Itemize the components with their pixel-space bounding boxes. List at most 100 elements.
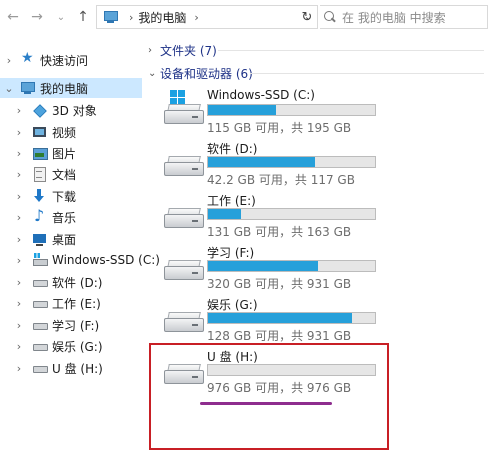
- drive-icon: [164, 364, 204, 386]
- breadcrumb-current[interactable]: 我的电脑: [138, 9, 186, 26]
- drive-space-info: 131 GB 可用，共 163 GB: [207, 225, 352, 239]
- sidebar-item-documents[interactable]: › 文档: [0, 164, 142, 184]
- group-divider: [218, 50, 484, 51]
- expand-chevron-icon[interactable]: ›: [14, 211, 24, 224]
- collapse-chevron-icon[interactable]: ⌄: [148, 68, 160, 79]
- sidebar-item-3d-objects[interactable]: › 3D 对象: [0, 100, 142, 120]
- drive-usage-bar: [207, 208, 376, 220]
- drive-tile-f[interactable]: 学习 (F:) 320 GB 可用，共 931 GB: [160, 244, 380, 294]
- computer-icon: [20, 81, 36, 95]
- sidebar-item-label: 软件 (D:): [52, 275, 103, 290]
- sidebar-item-drive-g[interactable]: › 娱乐 (G:): [0, 336, 142, 356]
- expand-chevron-icon[interactable]: ›: [14, 362, 24, 375]
- expand-chevron-icon[interactable]: ›: [14, 104, 24, 117]
- sidebar-item-music[interactable]: › 音乐: [0, 206, 142, 227]
- video-icon: [32, 125, 48, 139]
- drive-name: 工作 (E:): [207, 194, 256, 208]
- 3d-objects-icon: [32, 103, 48, 117]
- sidebar-item-label: 3D 对象: [52, 103, 97, 118]
- address-bar[interactable]: › 我的电脑 › ⌄: [96, 5, 318, 29]
- sidebar-item-label: U 盘 (H:): [52, 361, 103, 376]
- breadcrumb-separator-icon[interactable]: ›: [194, 11, 198, 24]
- drive-usage-bar: [207, 364, 376, 376]
- sidebar-item-label: 文档: [52, 167, 77, 182]
- sidebar-item-videos[interactable]: › 视频: [0, 122, 142, 142]
- drive-usage-bar: [207, 104, 376, 116]
- sidebar-item-drive-e[interactable]: › 工作 (E:): [0, 293, 142, 313]
- expand-chevron-icon[interactable]: ›: [14, 233, 24, 246]
- drive-name: U 盘 (H:): [207, 350, 258, 364]
- sidebar-item-drive-h[interactable]: › U 盘 (H:): [0, 358, 142, 378]
- expand-chevron-icon[interactable]: ›: [14, 297, 24, 310]
- breadcrumb-separator-icon[interactable]: ›: [129, 11, 133, 24]
- drive-name: 软件 (D:): [207, 142, 258, 156]
- sidebar-item-my-computer[interactable]: ⌄ 我的电脑: [0, 78, 142, 98]
- search-placeholder: 在 我的电脑 中搜索: [342, 10, 446, 25]
- desktop-icon: [32, 232, 48, 246]
- windows-drive-icon: [164, 90, 204, 126]
- sidebar-item-label: 音乐: [52, 210, 77, 225]
- drive-icon: [32, 339, 48, 353]
- expand-chevron-icon[interactable]: ›: [14, 190, 24, 203]
- pictures-icon: [32, 146, 48, 160]
- drive-usage-fill: [208, 209, 242, 219]
- drive-space-info: 976 GB 可用，共 976 GB: [207, 381, 352, 395]
- sidebar-item-label: 工作 (E:): [52, 296, 101, 311]
- drive-icon: [32, 275, 48, 289]
- devices-group-label: 设备和驱动器 (6): [160, 66, 253, 81]
- drive-name: Windows-SSD (C:): [207, 88, 315, 102]
- expand-chevron-icon[interactable]: ›: [14, 319, 24, 332]
- expand-chevron-icon[interactable]: ›: [14, 276, 24, 289]
- expand-chevron-icon[interactable]: ›: [14, 254, 24, 267]
- drive-icon: [164, 156, 204, 178]
- devices-group-header[interactable]: ⌄ 设备和驱动器 (6): [148, 65, 253, 81]
- expand-chevron-icon[interactable]: ›: [14, 168, 24, 181]
- sidebar-item-drive-c[interactable]: › Windows-SSD (C:): [0, 250, 160, 270]
- drive-usage-fill: [208, 157, 315, 167]
- music-icon: [32, 206, 48, 225]
- up-arrow-icon[interactable]: ↑: [74, 8, 92, 26]
- recent-chevron-icon[interactable]: ⌄: [52, 8, 70, 26]
- sidebar-item-desktop[interactable]: › 桌面: [0, 229, 142, 249]
- underline-mark: [200, 402, 332, 405]
- sidebar-item-label: 娱乐 (G:): [52, 339, 103, 354]
- drive-usage-fill: [208, 313, 352, 323]
- refresh-icon[interactable]: ↻: [297, 5, 317, 29]
- drive-icon: [164, 312, 204, 334]
- search-input[interactable]: 在 我的电脑 中搜索: [320, 5, 488, 29]
- collapse-chevron-icon[interactable]: ⌄: [4, 82, 14, 95]
- drive-icon: [164, 208, 204, 230]
- address-toolbar: ← → ⌄ ↑ › 我的电脑 › ⌄ ↻ 在 我的电脑 中搜索: [0, 0, 488, 34]
- sidebar-item-drive-d[interactable]: › 软件 (D:): [0, 272, 142, 292]
- sidebar-item-quick-access[interactable]: › 快速访问: [0, 50, 142, 70]
- drive-tile-d[interactable]: 软件 (D:) 42.2 GB 可用，共 117 GB: [160, 140, 380, 190]
- drive-icon: [32, 318, 48, 332]
- drive-tile-e[interactable]: 工作 (E:) 131 GB 可用，共 163 GB: [160, 192, 380, 242]
- drive-tile-h[interactable]: U 盘 (H:) 976 GB 可用，共 976 GB: [160, 348, 380, 398]
- drive-icon: [164, 260, 204, 282]
- sidebar-item-downloads[interactable]: › 下载: [0, 186, 142, 206]
- search-icon: [324, 11, 336, 23]
- expand-chevron-icon[interactable]: ›: [4, 54, 14, 67]
- sidebar-item-drive-f[interactable]: › 学习 (F:): [0, 315, 142, 335]
- drive-usage-bar: [207, 260, 376, 272]
- drive-space-info: 115 GB 可用，共 195 GB: [207, 121, 352, 135]
- folders-group-header[interactable]: › 文件夹 (7): [148, 42, 217, 58]
- drive-space-info: 320 GB 可用，共 931 GB: [207, 277, 352, 291]
- back-arrow-icon[interactable]: ←: [4, 8, 22, 26]
- download-icon: [32, 189, 48, 203]
- expand-chevron-icon[interactable]: ›: [14, 340, 24, 353]
- drive-tile-c[interactable]: Windows-SSD (C:) 115 GB 可用，共 195 GB: [160, 88, 380, 138]
- sidebar-item-pictures[interactable]: › 图片: [0, 143, 142, 163]
- sidebar-item-label: 学习 (F:): [52, 318, 100, 333]
- drive-usage-bar: [207, 312, 376, 324]
- drive-tile-g[interactable]: 娱乐 (G:) 128 GB 可用，共 931 GB: [160, 296, 380, 346]
- drive-space-info: 128 GB 可用，共 931 GB: [207, 329, 352, 343]
- sidebar-item-label: 快速访问: [40, 53, 89, 68]
- windows-drive-icon: [32, 253, 48, 267]
- expand-chevron-icon[interactable]: ›: [148, 45, 160, 56]
- expand-chevron-icon[interactable]: ›: [14, 126, 24, 139]
- drive-icon: [32, 296, 48, 310]
- forward-arrow-icon[interactable]: →: [28, 8, 46, 26]
- expand-chevron-icon[interactable]: ›: [14, 147, 24, 160]
